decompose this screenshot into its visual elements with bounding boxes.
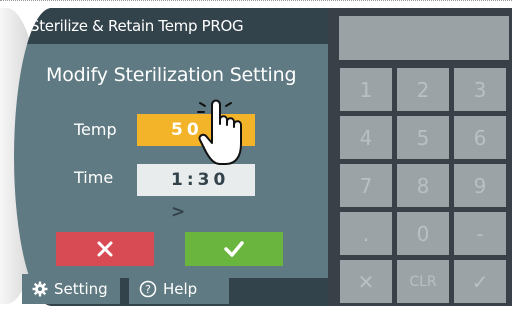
hand-pointer-icon bbox=[197, 99, 242, 165]
key-4[interactable]: 4 bbox=[340, 116, 392, 159]
confirm-button[interactable] bbox=[185, 232, 283, 266]
key-3[interactable]: 3 bbox=[454, 68, 506, 111]
key-enter[interactable]: ✓ bbox=[454, 260, 506, 303]
top-border bbox=[0, 0, 512, 4]
key-1[interactable]: 1 bbox=[340, 68, 392, 111]
key-2[interactable]: 2 bbox=[397, 68, 449, 111]
svg-text:?: ? bbox=[145, 283, 151, 296]
touch-screen: Sterilize & Retain Temp PROG Modify Ster… bbox=[14, 8, 328, 306]
help-label: Help bbox=[163, 280, 198, 298]
keypad-display bbox=[339, 16, 509, 60]
key-clear[interactable]: CLR bbox=[397, 260, 449, 303]
key-9[interactable]: 9 bbox=[454, 164, 506, 207]
key-0[interactable]: 0 bbox=[397, 212, 449, 255]
time-label: Time bbox=[74, 168, 114, 187]
help-icon: ? bbox=[139, 280, 157, 298]
key-minus[interactable]: - bbox=[454, 212, 506, 255]
page-title: Modify Sterilization Setting bbox=[46, 64, 297, 86]
key-decimal[interactable]: . bbox=[340, 212, 392, 255]
setting-button[interactable]: Setting bbox=[22, 274, 120, 304]
key-6[interactable]: 6 bbox=[454, 116, 506, 159]
key-cancel[interactable]: ✕ bbox=[340, 260, 392, 303]
help-button[interactable]: ? Help bbox=[129, 274, 229, 304]
key-5[interactable]: 5 bbox=[397, 116, 449, 159]
check-icon bbox=[224, 241, 244, 257]
setting-label: Setting bbox=[54, 280, 108, 298]
gear-icon bbox=[32, 281, 48, 297]
close-icon bbox=[97, 241, 113, 257]
temp-label: Temp bbox=[74, 120, 117, 139]
program-title: Sterilize & Retain Temp PROG bbox=[14, 8, 328, 44]
device-frame: Sterilize & Retain Temp PROG Modify Ster… bbox=[0, 0, 512, 310]
key-8[interactable]: 8 bbox=[397, 164, 449, 207]
key-7[interactable]: 7 bbox=[340, 164, 392, 207]
cancel-button[interactable] bbox=[56, 232, 154, 266]
